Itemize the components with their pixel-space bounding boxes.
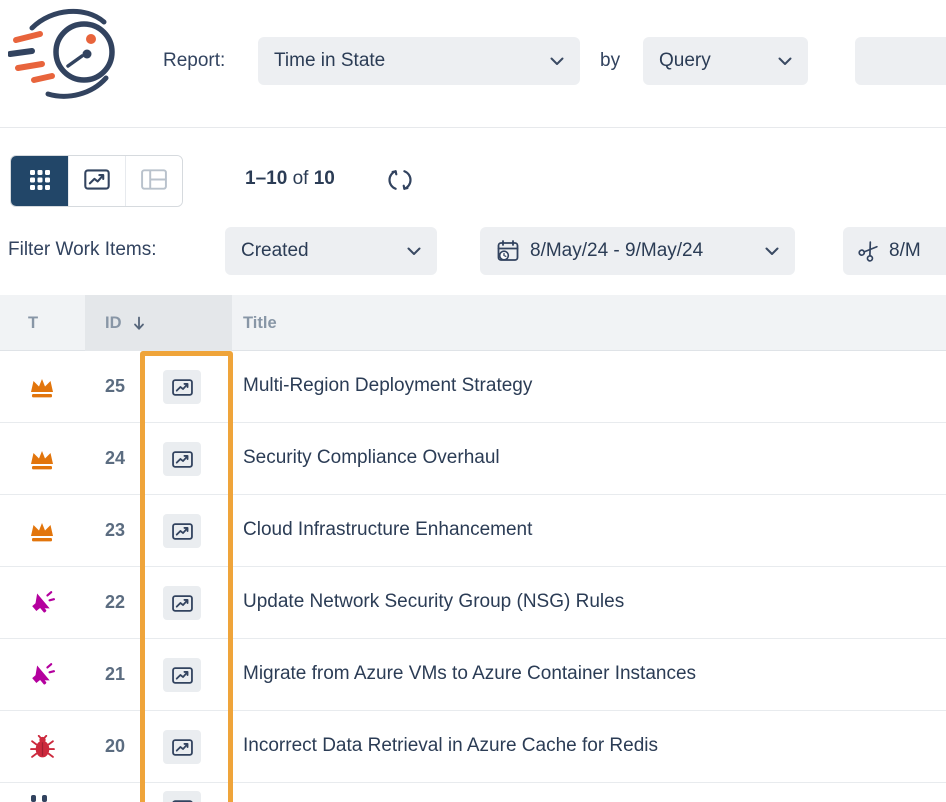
clip-range-dropdown[interactable]: 8/M: [843, 227, 946, 275]
table-body: 25 Multi-Region Deployment Strategy 24 Secu…: [0, 351, 946, 802]
clip-range-value: 8/M: [889, 240, 921, 262]
work-item-title[interactable]: Security Compliance Overhaul: [243, 447, 500, 469]
row-trend-chart-button[interactable]: [163, 514, 201, 548]
column-header-title[interactable]: Title: [243, 295, 277, 351]
work-item-id: 20: [105, 736, 125, 757]
work-item-type-icon: [31, 795, 36, 802]
filter-label: Filter Work Items:: [8, 239, 157, 261]
item-count: 1–10 of 10: [245, 168, 335, 190]
chevron-down-icon: [395, 247, 421, 256]
bug-icon: [28, 733, 56, 761]
refresh-button[interactable]: [386, 167, 414, 195]
filter-field-dropdown[interactable]: Created: [225, 227, 437, 275]
work-item-id: 25: [105, 376, 125, 397]
work-item-id: 24: [105, 448, 125, 469]
work-item-id: 23: [105, 520, 125, 541]
header: Report: Time in State by Query: [0, 0, 946, 128]
report-label: Report:: [163, 50, 225, 72]
report-type-value: Time in State: [274, 50, 385, 72]
table-row[interactable]: 24 Security Compliance Overhaul: [0, 423, 946, 495]
group-by-dropdown[interactable]: Query: [643, 37, 808, 85]
date-range-dropdown[interactable]: 8/May/24 - 9/May/24: [480, 227, 795, 275]
secondary-dropdown-partial[interactable]: [855, 37, 946, 85]
app-logo-icon: [8, 2, 128, 106]
row-trend-chart-button[interactable]: [163, 658, 201, 692]
table-row[interactable]: 21 Migrate from Azure VMs to Azure Contai…: [0, 639, 946, 711]
column-header-id[interactable]: ID: [105, 295, 122, 351]
date-range-value: 8/May/24 - 9/May/24: [530, 240, 703, 262]
grid-view-button[interactable]: [11, 156, 68, 206]
chevron-down-icon: [538, 57, 564, 66]
group-by-value: Query: [659, 50, 711, 72]
chart-view-icon: [84, 169, 110, 193]
crown-icon: [28, 445, 56, 473]
board-view-button[interactable]: [125, 156, 182, 206]
scissors-icon: [855, 237, 883, 265]
board-view-icon: [141, 169, 167, 193]
work-item-title[interactable]: Incorrect Data Retrieval in Azure Cache …: [243, 735, 658, 757]
grid-view-icon: [30, 170, 50, 193]
chevron-down-icon: [766, 57, 792, 66]
column-header-type[interactable]: T: [28, 295, 38, 351]
work-item-title[interactable]: Update Network Security Group (NSG) Rule…: [243, 591, 624, 613]
row-trend-chart-button[interactable]: [163, 730, 201, 764]
chevron-down-icon: [753, 247, 779, 256]
work-item-title[interactable]: Cloud Infrastructure Enhancement: [243, 519, 532, 541]
view-switcher: [10, 155, 183, 207]
work-item-id: 21: [105, 664, 125, 685]
by-label: by: [600, 50, 620, 72]
report-type-dropdown[interactable]: Time in State: [258, 37, 580, 85]
megaphone-icon: [28, 661, 56, 689]
table-row[interactable]: 22 Update Network Security Group (NSG) Ru…: [0, 567, 946, 639]
table-row[interactable]: 25 Multi-Region Deployment Strategy: [0, 351, 946, 423]
refresh-icon: [388, 180, 412, 195]
row-trend-chart-button[interactable]: [163, 442, 201, 476]
work-item-title[interactable]: Multi-Region Deployment Strategy: [243, 375, 532, 397]
filter-field-value: Created: [241, 240, 309, 262]
work-item-type-icon: [42, 795, 47, 802]
crown-icon: [28, 517, 56, 545]
count-range: 1–10: [245, 168, 287, 189]
sort-descending-icon: [133, 295, 145, 351]
table-row[interactable]: 20 Incorrect Data Retrieval in Azure Cach…: [0, 711, 946, 783]
crown-icon: [28, 373, 56, 401]
row-trend-chart-button[interactable]: [163, 791, 201, 802]
work-item-id: 22: [105, 592, 125, 613]
row-trend-chart-button[interactable]: [163, 370, 201, 404]
table-row-partial[interactable]: [0, 783, 946, 802]
count-of: of: [293, 168, 309, 189]
table-header: T ID Title: [0, 295, 946, 351]
table-row[interactable]: 23 Cloud Infrastructure Enhancement: [0, 495, 946, 567]
calendar-clock-icon: [496, 239, 520, 263]
chart-view-button[interactable]: [68, 156, 125, 206]
row-trend-chart-button[interactable]: [163, 586, 201, 620]
work-item-title[interactable]: Migrate from Azure VMs to Azure Containe…: [243, 663, 696, 685]
megaphone-icon: [28, 589, 56, 617]
count-total: 10: [314, 168, 335, 189]
time-in-state-report-page: Report: Time in State by Query: [0, 0, 946, 802]
